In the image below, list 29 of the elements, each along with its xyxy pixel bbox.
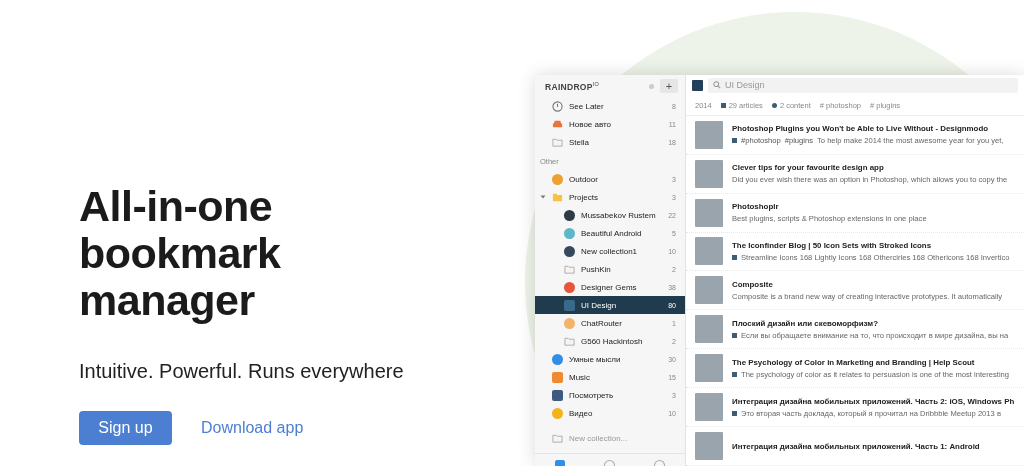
folder-icon — [552, 433, 563, 444]
headline: All-in-one bookmark manager — [79, 183, 282, 324]
status-dot-icon — [649, 83, 654, 89]
folder-icon — [552, 191, 563, 203]
download-link[interactable]: Download app — [201, 419, 304, 437]
folder-icon — [552, 136, 563, 148]
article-icon — [720, 102, 726, 108]
thumbnail-placeholder — [695, 432, 723, 460]
thumbnail-placeholder — [695, 159, 723, 188]
app-logo: RAINDROP$^{IO}$ — [545, 80, 601, 92]
thumbnail-placeholder — [695, 237, 723, 266]
thumbnail-placeholder — [695, 354, 723, 383]
folder-icon — [564, 263, 575, 275]
thumbnail-placeholder — [695, 393, 723, 422]
thumbnail-placeholder — [695, 315, 723, 344]
bookmarks-tab-icon[interactable] — [554, 460, 565, 466]
car-icon — [552, 118, 563, 130]
thumbnail-placeholder — [695, 276, 723, 305]
collection-thumbnail — [692, 79, 703, 91]
subtitle: Intuitive. Powerful. Runs everywhere — [79, 360, 405, 383]
folder-icon — [564, 335, 575, 347]
clock-icon — [552, 100, 563, 112]
content-icon — [771, 102, 777, 108]
thumbnail-placeholder — [695, 198, 723, 227]
disclosure-icon[interactable] — [540, 194, 546, 200]
search-icon — [713, 81, 721, 90]
add-button[interactable]: + — [660, 79, 678, 93]
thumbnail-placeholder — [695, 120, 723, 149]
sign-up-button[interactable]: Sign up — [79, 411, 172, 445]
